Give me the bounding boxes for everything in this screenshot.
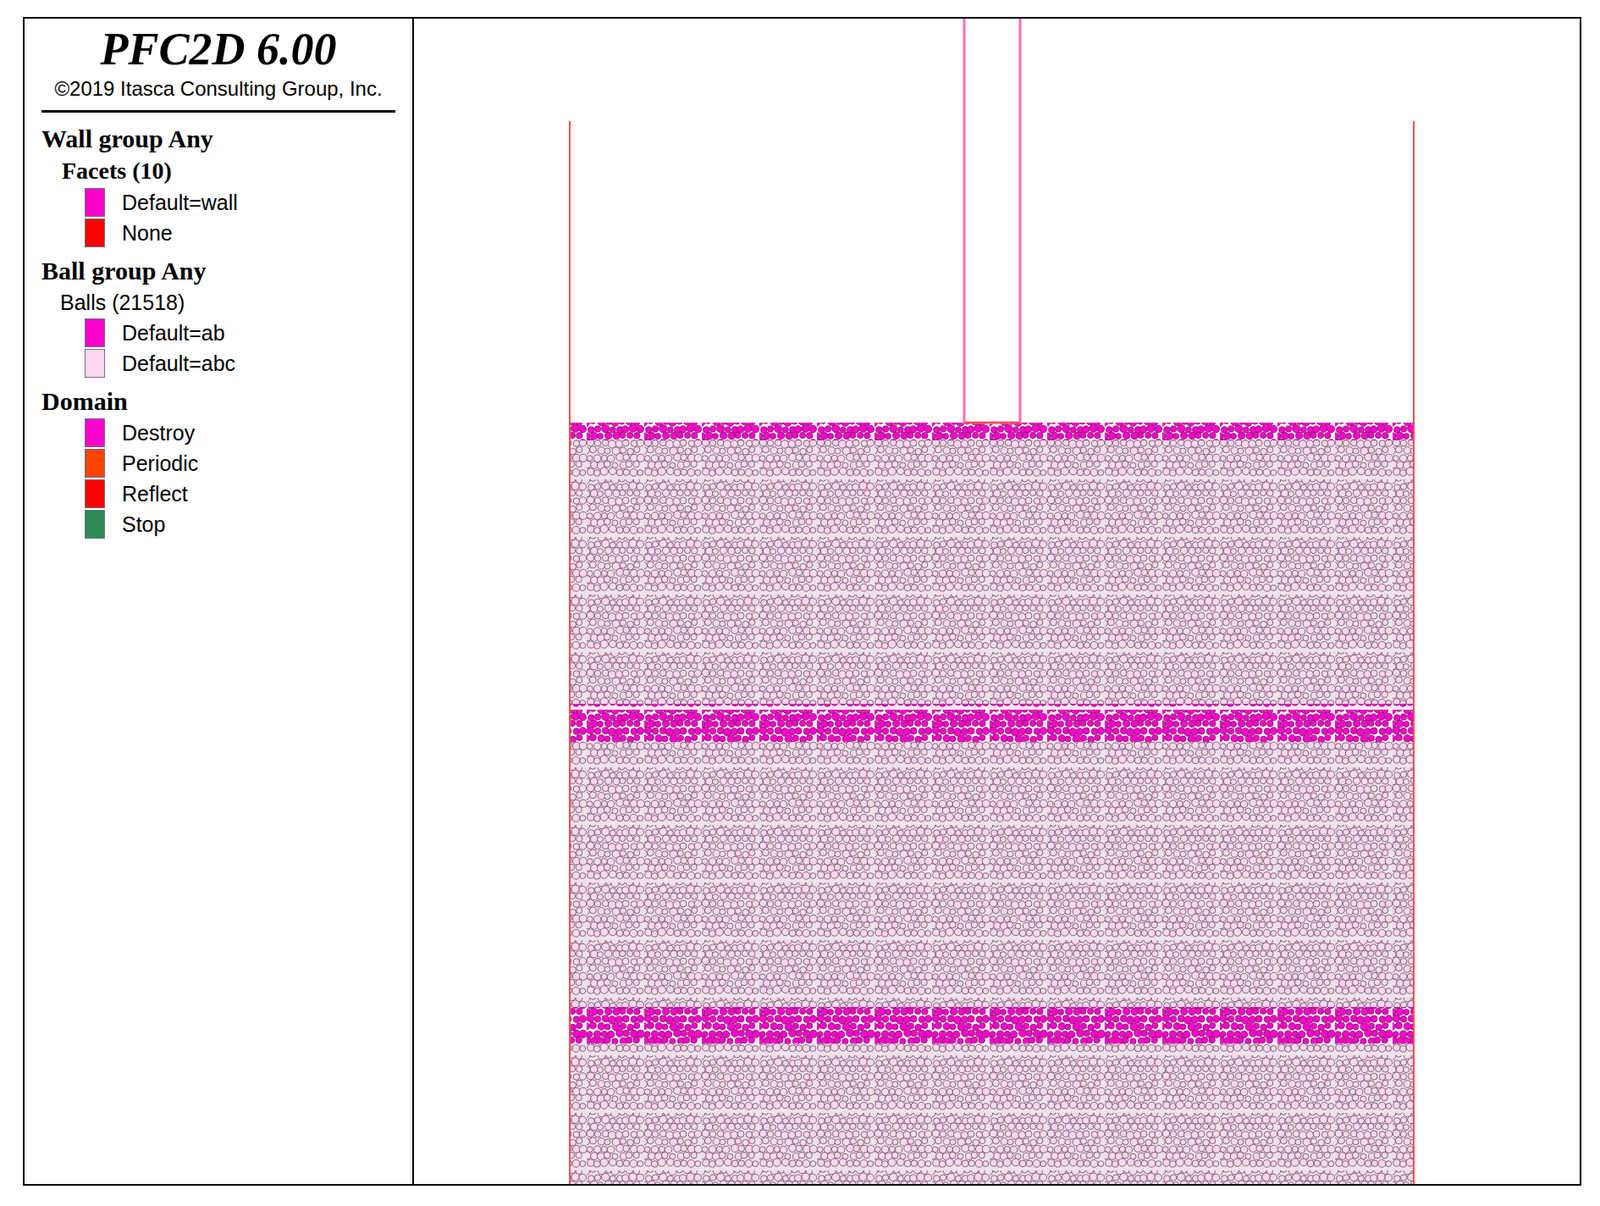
title: PFC2D 6.00	[24, 22, 413, 77]
legend-item: Default=abc	[24, 347, 413, 379]
particle-layer	[569, 1006, 1414, 1043]
legend-item-label: Destroy	[121, 419, 195, 446]
legend-item-label: Stop	[121, 511, 166, 537]
legend-item: Default=wall	[24, 187, 413, 218]
app: PFC2D 6.00©2019 Itasca Consulting Group,…	[0, 0, 1600, 1206]
punch-tip	[964, 421, 1021, 424]
particle-layer	[569, 741, 1414, 1007]
legend-item-label: None	[121, 220, 173, 246]
legend-swatch	[84, 187, 105, 217]
model-view	[413, 18, 1580, 1184]
legend-item: Periodic	[24, 447, 413, 479]
right-wall	[1412, 121, 1415, 1184]
particle-layer	[569, 1042, 1414, 1184]
canvas	[413, 18, 1580, 1184]
legend-item: None	[24, 217, 413, 249]
legend-heading: Wall group Any	[24, 122, 413, 155]
particle-layer	[569, 440, 1414, 704]
particle-layer	[569, 422, 1414, 441]
legend-item-label: Periodic	[121, 450, 199, 476]
plot-frame: PFC2D 6.00©2019 Itasca Consulting Group,…	[22, 16, 1582, 1186]
legend-swatch	[84, 348, 105, 378]
legend-subheading: Balls (21518)	[24, 286, 413, 318]
legend-swatch	[84, 448, 105, 478]
legend-item-label: Reflect	[121, 480, 188, 507]
legend-item: Destroy	[24, 417, 413, 448]
legend-subheading: Facets (10)	[24, 154, 413, 188]
left-wall	[568, 121, 571, 1184]
legend-heading: Ball group Any	[24, 254, 413, 287]
legend-item-label: Default=ab	[121, 320, 226, 346]
legend-swatch	[84, 418, 105, 447]
legend-panel: PFC2D 6.00©2019 Itasca Consulting Group,…	[24, 18, 414, 1184]
legend-group: Ball group AnyBalls (21518)Default=ab Def…	[24, 254, 413, 379]
legend: Wall group AnyFacets (10)Default=wall Non…	[24, 115, 413, 540]
legend-item-label: Default=abc	[121, 350, 236, 376]
separator	[41, 110, 396, 113]
legend-swatch	[84, 218, 105, 248]
legend-item: Reflect	[24, 478, 413, 509]
legend-group: Wall group AnyFacets (10)Default=wall Non…	[24, 122, 413, 249]
particle-layer	[569, 703, 1414, 742]
legend-item: Default=ab	[24, 317, 413, 348]
legend-item-label: Default=wall	[121, 189, 238, 216]
legend-swatch	[84, 479, 105, 508]
legend-group: DomainDestroy Periodic Reflect Stop	[24, 385, 413, 540]
legend-swatch	[84, 509, 105, 539]
copyright: ©2019 Itasca Consulting Group, Inc.	[24, 76, 413, 102]
legend-item: Stop	[24, 508, 413, 540]
legend-heading: Domain	[24, 385, 413, 418]
legend-swatch	[84, 318, 105, 348]
punch-wall	[964, 18, 1021, 423]
